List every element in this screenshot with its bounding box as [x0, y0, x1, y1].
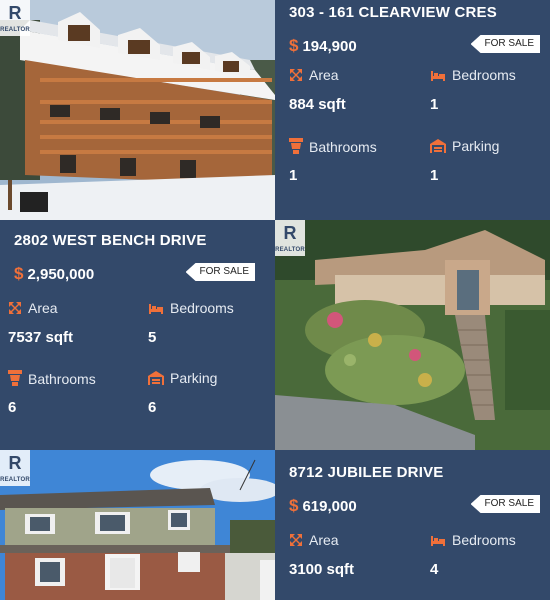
- listing-photo-2[interactable]: R REALTOR: [275, 220, 550, 450]
- listing-address[interactable]: 2802 WEST BENCH DRIVE: [14, 232, 207, 249]
- bathtub-icon: [289, 138, 303, 157]
- bathrooms-value: 6: [8, 399, 17, 416]
- area-value: 3100 sqft: [289, 561, 355, 578]
- realtor-logo: R REALTOR: [0, 450, 30, 486]
- listing-card-2[interactable]: 2802 WEST BENCH DRIVE $2,950,000 FOR SAL…: [0, 228, 275, 448]
- area-value: 884 sqft: [289, 96, 346, 113]
- bed-icon: [148, 302, 164, 318]
- bathtub-icon: [8, 370, 22, 389]
- bathrooms-value: 1: [289, 167, 298, 184]
- dollar-icon: $: [14, 264, 24, 283]
- parking-label: Parking: [430, 138, 550, 156]
- bedrooms-label: Bedrooms: [430, 532, 550, 550]
- garage-icon: [148, 371, 164, 388]
- dollar-icon: $: [289, 496, 299, 515]
- parking-label: Parking: [148, 370, 273, 388]
- bedrooms-label: Bedrooms: [148, 300, 273, 318]
- area-value: 7537 sqft: [8, 329, 74, 346]
- bed-icon: [430, 534, 446, 550]
- bed-icon: [430, 69, 446, 85]
- area-icon: [289, 533, 303, 550]
- bathrooms-label: Bathrooms: [8, 370, 133, 389]
- area-label: Area: [289, 67, 414, 85]
- listing-price: $619,000: [289, 496, 357, 516]
- listing-address[interactable]: 8712 JUBILEE DRIVE: [289, 464, 444, 481]
- bathrooms-label: Bathrooms: [289, 138, 414, 157]
- price-value: 2,950,000: [27, 266, 95, 283]
- bedrooms-value: 5: [148, 329, 157, 346]
- listing-address[interactable]: 303 - 161 CLEARVIEW CRES: [289, 4, 497, 21]
- area-label: Area: [289, 532, 414, 550]
- house-photo: [0, 450, 275, 600]
- parking-value: 1: [430, 167, 439, 184]
- listing-photo-1[interactable]: R REALTOR: [0, 0, 275, 220]
- parking-value: 6: [148, 399, 157, 416]
- listing-price: $194,900: [289, 36, 357, 56]
- listing-photo-3[interactable]: R REALTOR: [0, 450, 275, 600]
- price-value: 619,000: [302, 498, 357, 515]
- listing-card-1[interactable]: 303 - 161 CLEARVIEW CRES $194,900 FOR SA…: [275, 0, 550, 220]
- garage-icon: [430, 139, 446, 156]
- bedrooms-label: Bedrooms: [430, 67, 550, 85]
- dollar-icon: $: [289, 36, 299, 55]
- listing-card-3[interactable]: 8712 JUBILEE DRIVE $619,000 FOR SALE Are…: [275, 460, 550, 600]
- condo-photo: [0, 0, 275, 220]
- price-value: 194,900: [302, 38, 357, 55]
- bedrooms-value: 4: [430, 561, 439, 578]
- area-icon: [289, 68, 303, 85]
- listing-grid: R REALTOR 303 - 161 CLEARVIEW CRES $194,9…: [0, 0, 550, 600]
- listing-price: $2,950,000: [14, 264, 94, 284]
- area-icon: [8, 301, 22, 318]
- status-badge: FOR SALE: [470, 35, 540, 53]
- luxury-home-photo: [275, 220, 550, 450]
- status-badge: FOR SALE: [470, 495, 540, 513]
- realtor-logo: R REALTOR: [275, 220, 305, 256]
- area-label: Area: [8, 300, 133, 318]
- bedrooms-value: 1: [430, 96, 439, 113]
- realtor-logo: R REALTOR: [0, 0, 30, 36]
- status-badge: FOR SALE: [185, 263, 255, 281]
